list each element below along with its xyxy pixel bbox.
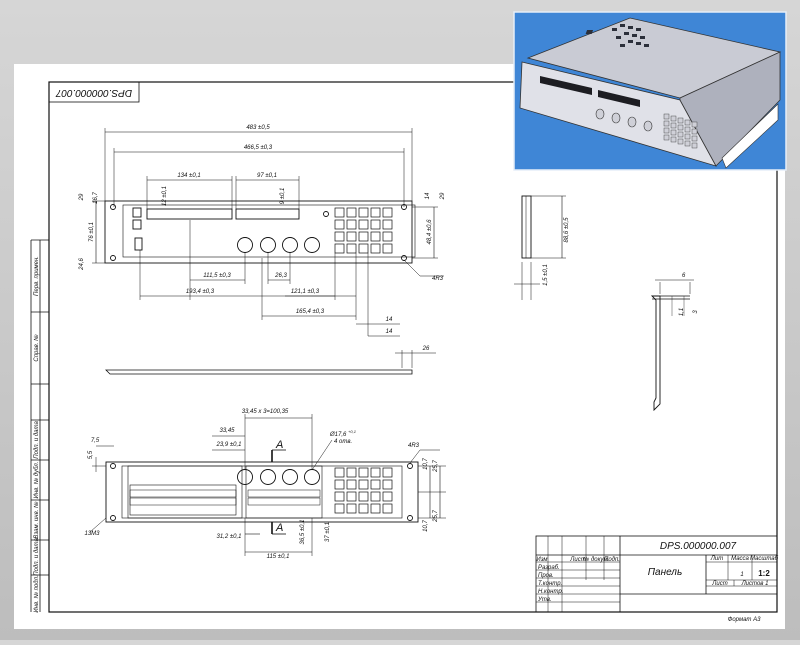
dim-width-overall: 483 ±0,5 xyxy=(246,125,270,131)
margin-label-4: Взам. инв. № xyxy=(33,501,40,539)
dim-height-mount: 48,4 ±0,6 xyxy=(427,219,433,245)
margin-label-0: Перв. примен. xyxy=(34,256,40,296)
dim-25-7: 25,7 xyxy=(433,460,439,473)
dim-23-9: 23,9 ±0,1 xyxy=(216,442,242,448)
mirrored-code: DPS.000000.007 xyxy=(55,87,132,98)
tb-sheet-label: Лист xyxy=(711,581,727,587)
dim-4r3-top: 4R3 xyxy=(432,276,444,282)
dim-37: 37 ±0,1 xyxy=(325,522,331,542)
dim-29: 29 xyxy=(79,193,85,201)
dim-25-7-b: 25,7 xyxy=(433,510,439,523)
tb-row-0: Изм xyxy=(536,557,547,563)
tb-scale-label: Масштаб xyxy=(750,556,779,562)
technical-drawing: DPS.000000.007 Перв. примен. Справ. № По… xyxy=(14,11,787,629)
dim-13m3: 13М3 xyxy=(84,531,100,537)
tb-format: Формат А3 xyxy=(728,617,761,623)
margin-label-2: Подп. и дата xyxy=(34,421,40,459)
dim-121-1: 121,1 ±0,3 xyxy=(291,289,320,295)
dim-vert-18: 12 ±0,1 xyxy=(162,186,168,206)
dim-26-3: 26,3 xyxy=(274,273,287,279)
dim-10-7: 10,7 xyxy=(423,458,429,470)
dim-111-5: 111,5 ±0,3 xyxy=(203,273,231,279)
tb-row-1: Разраб. xyxy=(538,565,560,571)
drawing-title: Панель xyxy=(648,567,682,578)
dim-193-4: 193,4 ±0,3 xyxy=(186,289,215,295)
drawing-stage: DPS.000000.007 Перв. примен. Справ. № По… xyxy=(0,0,800,640)
dim-14-right: 14 xyxy=(425,192,431,199)
preview-3d xyxy=(513,11,787,171)
dim-width-inner: 466,5 ±0,3 xyxy=(244,145,273,151)
dim-detail-1-1: 1,1 xyxy=(679,308,685,316)
tb-row-5: Утв. xyxy=(537,597,552,603)
dim-hole-count: 4 отв. xyxy=(334,439,352,445)
dim-26: 26 xyxy=(422,346,430,352)
tb-sheet-no: 1 xyxy=(740,572,743,578)
dim-165-4: 165,4 ±0,3 xyxy=(296,309,325,315)
dim-31-2: 31,2 ±0,1 xyxy=(217,534,242,540)
dim-14-a: 14 xyxy=(386,317,393,323)
dim-5-5: 5,5 xyxy=(88,450,94,459)
tb-row-3: Т.контр. xyxy=(538,581,562,587)
dim-height-overall: 76 ±0,1 xyxy=(89,222,95,242)
section-a-bottom: A xyxy=(275,522,283,534)
dim-side-height: 88,6 ±0,5 xyxy=(564,217,570,243)
dim-24-6: 24,6 xyxy=(79,258,85,271)
tb-col-sign: Подп. xyxy=(604,557,620,563)
dim-29-right: 29 xyxy=(440,192,446,200)
dim-33-45: 33,45 xyxy=(219,428,235,434)
dim-display-width: 134 ±0,1 xyxy=(177,173,200,179)
drawing-scale: 1:2 xyxy=(758,569,770,578)
margin-label-6: Инв. № подл. xyxy=(33,575,40,612)
section-a-top: A xyxy=(275,439,283,451)
dim-7-5: 7,5 xyxy=(91,438,100,444)
dim-36-5: 36,5 ±0,1 xyxy=(300,520,306,545)
dim-display2-width: 97 ±0,1 xyxy=(257,173,277,179)
dim-side-thickness: 1,5 ±0,1 xyxy=(543,264,549,286)
margin-label-5: Подп. и дата xyxy=(34,538,40,576)
dim-10-7-b: 10,7 xyxy=(423,520,429,532)
tb-lit-label: Лит xyxy=(710,556,723,562)
dim-4r3-bottom: 4R3 xyxy=(408,443,420,449)
drawing-code: DPS.000000.007 xyxy=(660,541,737,552)
dim-16-7: 16,7 xyxy=(93,192,99,204)
dim-pitch: 33,45 х 3=100,35 xyxy=(242,409,289,415)
dim-vert-9: 9 ±0,1 xyxy=(280,188,286,205)
tb-row-2: Пров. xyxy=(538,573,554,579)
dim-14-b: 14 xyxy=(386,329,393,335)
tb-row-4: Н.контр. xyxy=(538,589,563,595)
tb-sheets-label: Листов 1 xyxy=(741,581,769,587)
dim-115: 115 ±0,1 xyxy=(267,554,290,560)
margin-label-3: Инв. № дубл. xyxy=(33,462,40,499)
tb-mass-label: Масса xyxy=(731,556,749,562)
margin-label-1: Справ. № xyxy=(33,334,40,362)
